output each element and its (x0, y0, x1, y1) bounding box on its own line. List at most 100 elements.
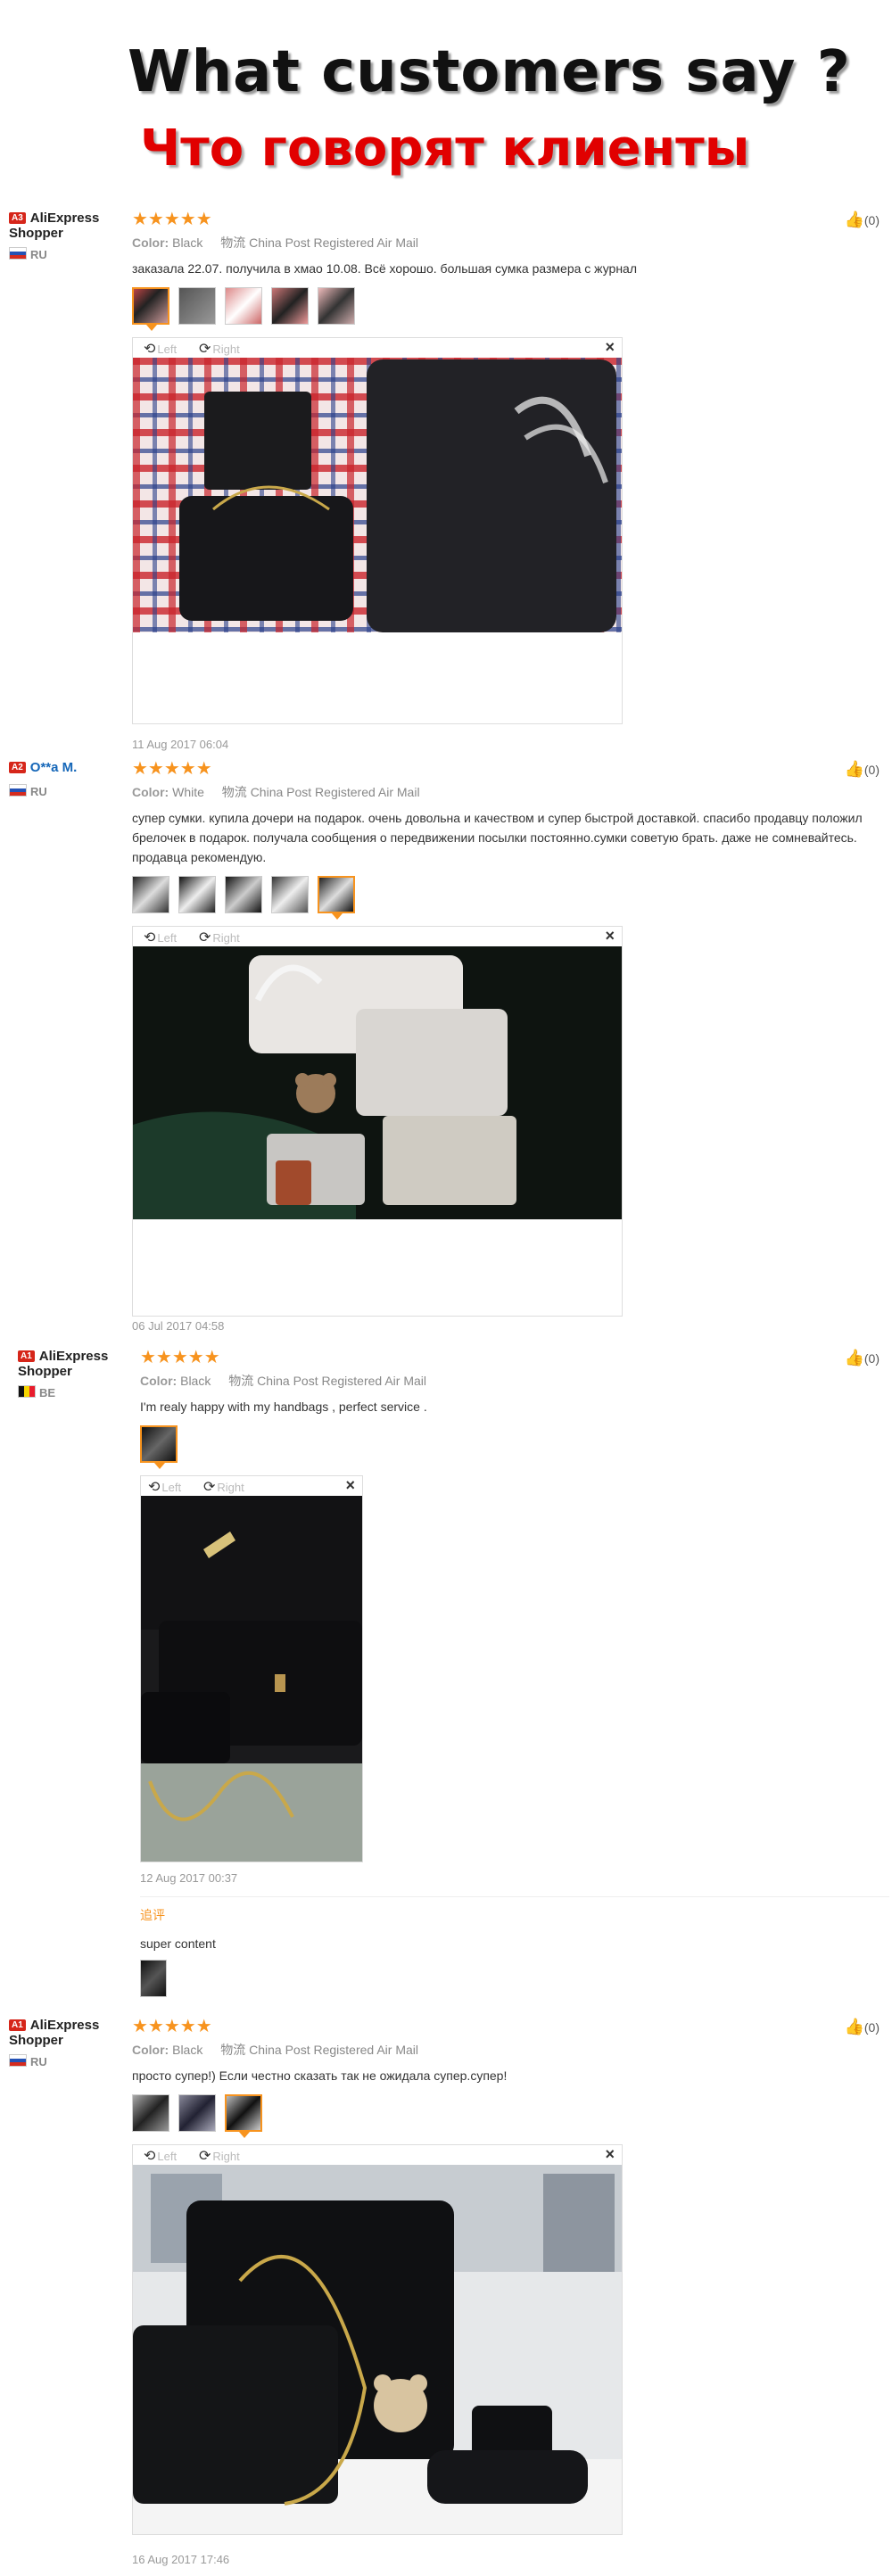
photo-thumbnail[interactable] (318, 876, 355, 920)
rotate-right-button[interactable]: ⟳ Right (199, 929, 240, 946)
rotate-left-button[interactable]: ⟲ Left (144, 929, 177, 946)
reviewer-country: RU (9, 247, 129, 261)
thumbs-up-icon: 👍 (844, 760, 864, 778)
rotate-left-icon: ⟲ (148, 1480, 161, 1495)
flag-icon (9, 2054, 27, 2067)
photo-thumbnails (132, 287, 881, 331)
review-item: A1 AliExpress Shopper RU ★★★★★ Color: Bla… (0, 2018, 892, 2571)
review-date: 12 Aug 2017 00:37 (140, 1871, 238, 1885)
reviewer-info: A3 AliExpress Shopper RU (9, 211, 129, 261)
review-text: просто супер!) Если честно сказать так н… (132, 2068, 508, 2083)
rotate-left-button[interactable]: ⟲ Left (144, 340, 177, 358)
star-rating: ★★★★★ (132, 2017, 212, 2036)
star-rating: ★★★★★ (132, 210, 212, 229)
followup-photo-thumbnail[interactable] (140, 1960, 167, 1997)
photo-thumbnail[interactable] (178, 287, 216, 325)
page-header: What customers say ? Что говорят клиенты (0, 0, 892, 196)
viewer-toolbar: ⟲ Left ⟳ Right × (141, 1476, 362, 1496)
shipping-method: China Post Registered Air Mail (250, 785, 420, 799)
review-text: заказала 22.07. получила в хмао 10.08. В… (132, 261, 638, 276)
flag-icon (9, 247, 27, 260)
review-text: супер сумки. купила дочери на подарок. о… (132, 811, 863, 864)
color-value: Black (180, 1374, 211, 1388)
photo-thumbnail[interactable] (140, 1425, 178, 1469)
photo-thumbnail[interactable] (178, 876, 216, 913)
shipping-icon: 物流 (220, 235, 246, 250)
photo-thumbnail[interactable] (132, 2094, 169, 2132)
close-icon[interactable]: × (605, 2145, 615, 2164)
photo-thumbnails (132, 876, 881, 920)
helpful-button[interactable]: 👍(0) (844, 211, 880, 229)
close-icon[interactable]: × (345, 1476, 355, 1495)
divider (140, 1896, 889, 1897)
helpful-button[interactable]: 👍(0) (844, 1349, 880, 1367)
shipping-icon: 物流 (220, 2043, 246, 2057)
review-item: A3 AliExpress Shopper RU ★★★★★ Color: Bla… (0, 211, 892, 755)
review-date: 16 Aug 2017 17:46 (132, 2553, 230, 2566)
shipping-method: China Post Registered Air Mail (249, 235, 418, 250)
rotate-right-button[interactable]: ⟳ Right (203, 1478, 244, 1496)
review-photo (141, 1496, 362, 1862)
level-badge: A2 (9, 762, 26, 773)
review-content: ★★★★★ Color: Black 物流 China Post Registe… (132, 211, 881, 724)
photo-thumbnail[interactable] (318, 287, 355, 325)
review-date: 11 Aug 2017 06:04 (132, 738, 229, 751)
photo-thumbnail[interactable] (178, 2094, 216, 2132)
review-meta: Color: White 物流 China Post Registered Ai… (132, 785, 420, 799)
rotate-right-icon: ⟳ (199, 930, 211, 945)
helpful-button[interactable]: 👍(0) (844, 760, 880, 779)
rotate-right-icon: ⟳ (199, 2149, 211, 2164)
followup-text: super content (140, 1936, 216, 1951)
handbag-photo-black (141, 1496, 362, 1862)
rotate-left-button[interactable]: ⟲ Left (148, 1478, 181, 1496)
helpful-button[interactable]: 👍(0) (844, 2018, 880, 2036)
photo-thumbnails (140, 1425, 889, 1469)
rotate-left-button[interactable]: ⟲ Left (144, 2147, 177, 2165)
followup-section: 追评 super content (140, 1906, 216, 1997)
close-icon[interactable]: × (605, 927, 615, 945)
reviewer-country: RU (9, 784, 129, 798)
shipping-method: China Post Registered Air Mail (249, 2043, 418, 2057)
level-badge: A3 (9, 212, 26, 224)
star-rating: ★★★★★ (132, 759, 212, 779)
photo-thumbnail[interactable] (271, 876, 309, 913)
review-photo (133, 358, 622, 632)
photo-thumbnail[interactable] (132, 876, 169, 913)
viewer-toolbar: ⟲ Left ⟳ Right × (133, 2145, 622, 2165)
photo-viewer: ⟲ Left ⟳ Right × (132, 926, 623, 1317)
star-rating: ★★★★★ (140, 1348, 220, 1367)
review-content: ★★★★★ Color: White 物流 China Post Registe… (132, 760, 881, 1317)
review-photo (133, 946, 622, 1219)
rotate-left-icon: ⟲ (144, 2149, 156, 2164)
photo-thumbnail[interactable] (271, 287, 309, 325)
followup-label: 追评 (140, 1908, 165, 1922)
review-date: 06 Jul 2017 04:58 (132, 1319, 225, 1333)
rotate-right-button[interactable]: ⟳ Right (199, 340, 240, 358)
viewer-toolbar: ⟲ Left ⟳ Right × (133, 338, 622, 358)
level-badge: A1 (9, 2019, 26, 2031)
photo-viewer: ⟲ Left ⟳ Right × (132, 2144, 623, 2535)
reviewer-info: A1 AliExpress Shopper RU (9, 2018, 129, 2068)
handbag-photo-white (133, 946, 622, 1219)
reviewer-name[interactable]: O**a M. (30, 760, 78, 775)
thumbs-up-icon: 👍 (844, 2018, 864, 2035)
shipping-method: China Post Registered Air Mail (257, 1374, 426, 1388)
review-meta: Color: Black 物流 China Post Registered Ai… (132, 235, 418, 250)
reviewer-info: A2 O**a M. RU (9, 760, 129, 798)
rotate-left-icon: ⟲ (144, 930, 156, 945)
shipping-icon: 物流 (228, 1374, 254, 1388)
flag-icon (18, 1385, 36, 1398)
reviewer-country: BE (18, 1385, 138, 1399)
photo-thumbnail[interactable] (225, 2094, 262, 2138)
thumbs-up-icon: 👍 (844, 1349, 864, 1366)
review-item: A2 O**a M. RU ★★★★★ Color: White 物流 China… (0, 760, 892, 1340)
close-icon[interactable]: × (605, 338, 615, 357)
photo-thumbnail[interactable] (132, 287, 169, 331)
rotate-right-button[interactable]: ⟳ Right (199, 2147, 240, 2165)
photo-thumbnail[interactable] (225, 287, 262, 325)
rotate-left-icon: ⟲ (144, 342, 156, 357)
photo-thumbnail[interactable] (225, 876, 262, 913)
reviewer-info: A1 AliExpress Shopper BE (18, 1349, 138, 1399)
review-photo (133, 2165, 622, 2534)
title-russian: Что говорят клиенты (140, 120, 750, 178)
